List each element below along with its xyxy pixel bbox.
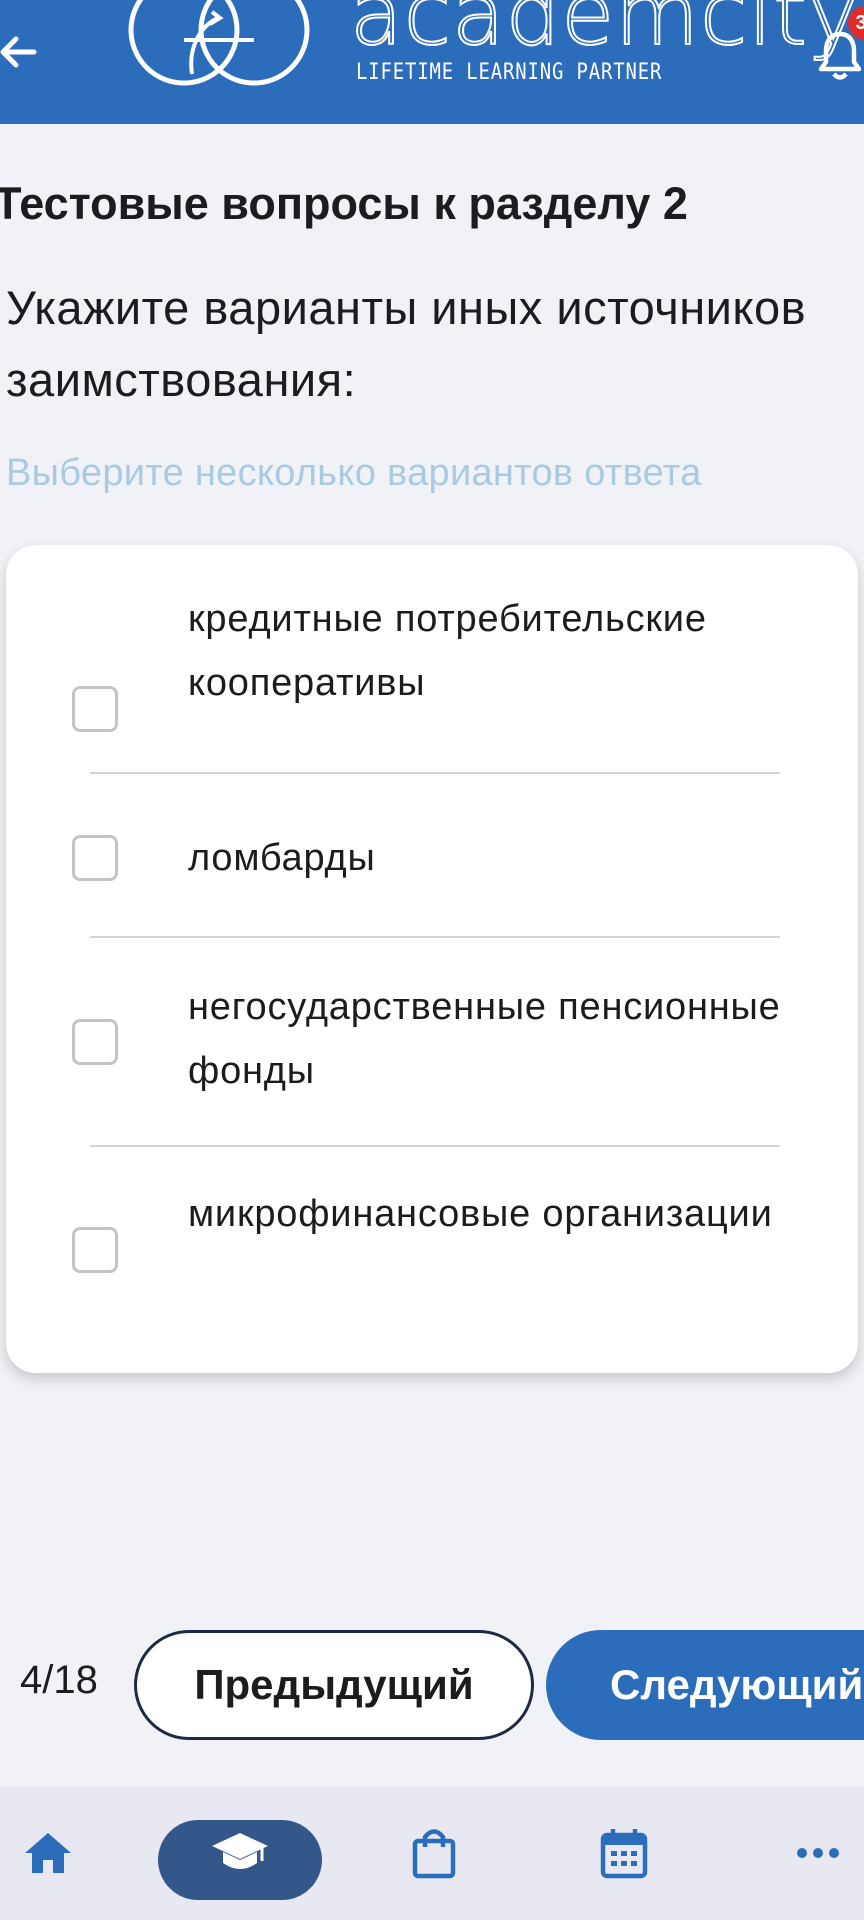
option-divider [90, 1145, 780, 1147]
nav-courses[interactable] [158, 1786, 322, 1920]
option-row[interactable]: ломбарды [6, 783, 858, 933]
nav-shop[interactable] [404, 1786, 464, 1920]
option-label: негосударственные пенсионные фонды [188, 986, 781, 1092]
nav-home[interactable] [18, 1786, 78, 1920]
question-text: Укажите варианты иных источников заимств… [6, 281, 807, 406]
more-icon [797, 1848, 839, 1858]
option-checkbox[interactable] [72, 686, 118, 732]
options-card: кредитные потребительские кооперативы ло… [6, 545, 858, 1373]
app-header: academcity LIFETIME LEARNING PARTNER 3 [0, 0, 864, 124]
option-row[interactable]: кредитные потребительские кооперативы [6, 587, 858, 732]
option-label: микрофинансовые организации [188, 1193, 773, 1235]
bottom-navigation [0, 1786, 864, 1920]
option-row[interactable]: микрофинансовые организации [6, 1155, 858, 1355]
previous-button[interactable]: Предыдущий [134, 1630, 534, 1740]
option-divider [90, 772, 780, 774]
nav-calendar[interactable] [594, 1786, 654, 1920]
home-icon [25, 1833, 71, 1873]
option-divider [90, 936, 780, 938]
calendar-icon [600, 1829, 648, 1879]
brand-name: academcity [349, 0, 860, 65]
option-label: ломбарды [188, 837, 376, 879]
brand-tagline: LIFETIME LEARNING PARTNER [356, 60, 663, 85]
back-button[interactable] [0, 22, 40, 82]
option-row[interactable]: негосударственные пенсионные фонды [6, 947, 858, 1147]
nav-more[interactable] [788, 1786, 848, 1920]
question-counter: 4/18 [20, 1658, 98, 1702]
logo-icon [128, 0, 310, 86]
option-checkbox[interactable] [72, 1019, 118, 1065]
back-arrow-icon [0, 36, 37, 68]
section-title: Тестовые вопросы к разделу 2 [0, 178, 688, 229]
shopping-bag-icon [412, 1829, 456, 1879]
next-button[interactable]: Следующий [546, 1630, 864, 1740]
option-label: кредитные потребительские кооперативы [188, 598, 707, 704]
option-checkbox[interactable] [72, 835, 118, 881]
graduation-cap-icon [212, 1833, 268, 1869]
option-checkbox[interactable] [72, 1227, 118, 1273]
answer-hint: Выберите несколько вариантов ответа [6, 452, 702, 494]
